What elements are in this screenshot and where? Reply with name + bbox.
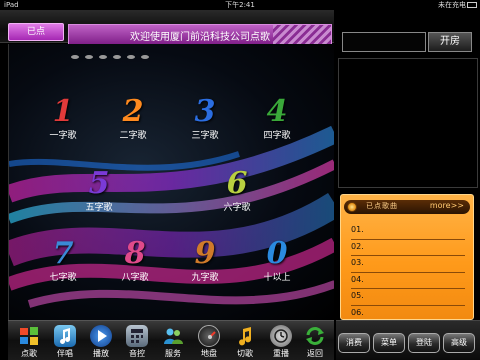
service-button[interactable]: 服务	[156, 323, 190, 360]
song-category-label: 九字歌	[191, 273, 219, 283]
bottom-right-buttons: 消费 菜单 登陆 高级	[336, 320, 480, 360]
consumption-button[interactable]: 消费	[338, 333, 370, 353]
page-indicator	[71, 44, 155, 59]
song-number: 6	[226, 166, 248, 201]
select-song-button[interactable]: 点歌	[12, 323, 46, 360]
status-clock: 下午2:41	[225, 1, 255, 9]
windows-logo-icon	[18, 325, 40, 347]
music-note-icon	[234, 325, 256, 347]
more-link[interactable]: more>>	[430, 201, 464, 210]
song-category-label: 五字歌	[85, 203, 113, 213]
battery-icon	[467, 2, 477, 8]
accompaniment-button[interactable]: 伴唱	[48, 323, 82, 360]
play-button[interactable]: 播放	[84, 323, 118, 360]
song-number: 9	[194, 236, 216, 271]
song-number: 1	[52, 94, 74, 129]
four-char-songs-button[interactable]: 4 四字歌	[245, 94, 309, 152]
page-dot	[85, 55, 93, 59]
clock-icon	[270, 325, 292, 347]
skip-song-button[interactable]: 切歌	[228, 323, 262, 360]
advanced-button[interactable]: 高级	[443, 333, 475, 353]
song-category-label: 十以上	[263, 273, 291, 283]
nine-char-songs-button[interactable]: 9 九字歌	[173, 236, 237, 294]
tool-label: 切歌	[237, 349, 253, 358]
song-category-label: 三字歌	[191, 131, 219, 141]
five-char-songs-button[interactable]: 5 五字歌	[67, 166, 131, 224]
sound-control-button[interactable]: 音控	[120, 323, 154, 360]
page-dot	[113, 55, 121, 59]
tool-label: 服务	[165, 349, 181, 358]
open-room-button[interactable]: 开房	[428, 32, 472, 52]
login-button[interactable]: 登陆	[408, 333, 440, 353]
replay-button[interactable]: 重播	[264, 323, 298, 360]
header-bar: 已点 欢迎使用厦门前沿科技公司点歌	[0, 10, 334, 46]
one-char-songs-button[interactable]: 1 一字歌	[31, 94, 95, 152]
song-category-label: 一字歌	[49, 131, 77, 141]
menu-button[interactable]: 菜单	[373, 333, 405, 353]
played-songs-panel: 已点歌曲 more>> 01. 02. 03. 04. 05. 06.	[340, 194, 474, 322]
tool-label: 点歌	[21, 349, 37, 358]
list-item[interactable]: 03.	[351, 256, 465, 273]
tool-label: 播放	[93, 349, 109, 358]
status-bar: iPad 下午2:41 未在充电	[0, 0, 480, 10]
list-item[interactable]: 05.	[351, 289, 465, 306]
song-number: 3	[194, 94, 216, 129]
two-char-songs-button[interactable]: 2 二字歌	[101, 94, 165, 152]
page-dot	[99, 55, 107, 59]
play-icon	[90, 325, 112, 347]
refresh-icon	[304, 325, 326, 347]
gauge-icon	[198, 325, 220, 347]
eight-char-songs-button[interactable]: 8 八字歌	[103, 236, 167, 294]
song-category-stage: 1 一字歌 2 二字歌 3 三字歌 4 四字歌 5 五字歌 6 六字歌 7 七字…	[8, 44, 334, 320]
tool-label: 地盘	[201, 349, 217, 358]
back-button[interactable]: 返回	[298, 323, 332, 360]
song-category-label: 八字歌	[121, 273, 149, 283]
list-item[interactable]: 02.	[351, 240, 465, 256]
tool-label: 返回	[307, 349, 323, 358]
played-songs-header: 已点歌曲 more>>	[344, 200, 470, 214]
welcome-banner: 欢迎使用厦门前沿科技公司点歌	[68, 24, 332, 46]
song-category-label: 六字歌	[223, 203, 251, 213]
list-item[interactable]: 01.	[351, 223, 465, 240]
song-category-label: 七字歌	[49, 273, 77, 283]
disc-icon	[347, 202, 357, 212]
page-dot	[141, 55, 149, 59]
page-dot	[71, 55, 79, 59]
battery-status: 未在充电	[438, 1, 466, 9]
room-number-input[interactable]	[342, 32, 426, 52]
song-category-label: 二字歌	[119, 131, 147, 141]
song-number: 0	[266, 236, 288, 271]
seven-char-songs-button[interactable]: 7 七字歌	[31, 236, 95, 294]
three-char-songs-button[interactable]: 3 三字歌	[173, 94, 237, 152]
list-item[interactable]: 04.	[351, 273, 465, 289]
bottom-toolbar: 点歌 伴唱 播放 音控 服务 地盘 切歌 重播 返回	[8, 320, 334, 360]
welcome-text: 欢迎使用厦门前沿科技公司点歌	[130, 32, 270, 43]
people-icon	[162, 325, 184, 347]
song-number: 7	[52, 236, 74, 271]
right-panel: 开房 已点歌曲 more>> 01. 02. 03. 04. 05. 06.	[336, 10, 480, 322]
tool-label: 重播	[273, 349, 289, 358]
tool-label: 伴唱	[57, 349, 73, 358]
page-dot	[127, 55, 135, 59]
played-songs-title: 已点歌曲	[366, 202, 398, 210]
played-tab[interactable]: 已点	[8, 23, 64, 41]
song-number: 8	[124, 236, 146, 271]
song-number: 2	[122, 94, 144, 129]
song-category-label: 四字歌	[263, 131, 291, 141]
song-number: 5	[88, 166, 110, 201]
video-preview	[338, 58, 478, 188]
song-number: 4	[266, 94, 288, 129]
tool-label: 音控	[129, 349, 145, 358]
calculator-icon	[126, 325, 148, 347]
music-note-icon	[54, 325, 76, 347]
ten-plus-songs-button[interactable]: 0 十以上	[245, 236, 309, 294]
six-char-songs-button[interactable]: 6 六字歌	[205, 166, 269, 224]
played-songs-list: 01. 02. 03. 04. 05. 06.	[351, 223, 465, 322]
territory-button[interactable]: 地盘	[192, 323, 226, 360]
